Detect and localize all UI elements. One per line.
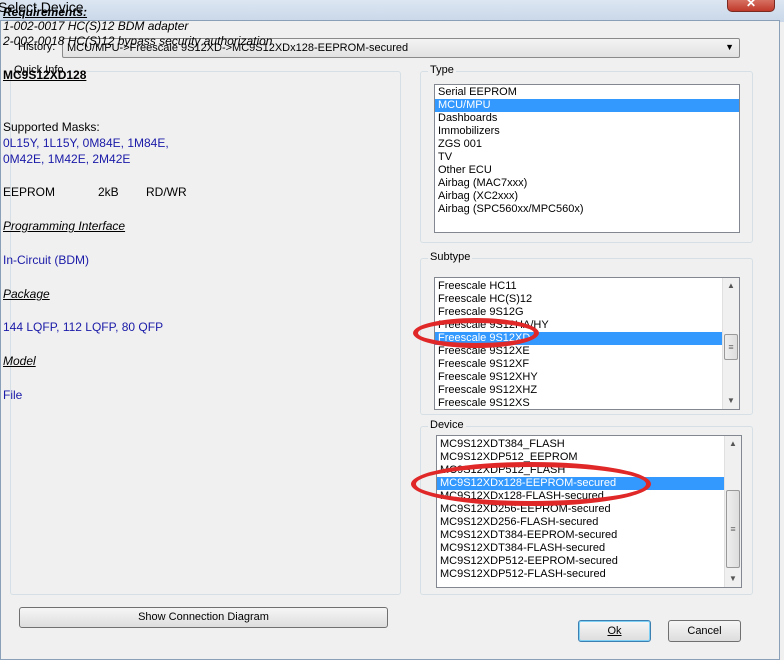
model: File (3, 388, 23, 402)
device-list-item[interactable]: MC9S12XDT384-EEPROM-secured (437, 529, 724, 542)
type-label: Type (428, 64, 456, 76)
show-connection-diagram-button[interactable]: Show Connection Diagram (19, 607, 388, 628)
memory-size: 2kB (98, 185, 119, 199)
close-button[interactable]: ✕ (727, 0, 775, 12)
scrollbar[interactable]: ▲ ≡ ▼ (724, 436, 741, 587)
scroll-down-icon[interactable]: ▼ (725, 571, 741, 587)
requirements-heading: Requirements: (3, 5, 88, 19)
prog-interface-heading: Programming Interface (3, 219, 126, 233)
close-icon: ✕ (745, 0, 757, 10)
device-list-item[interactable]: MC9S12XDT384-FLASH-secured (437, 542, 724, 555)
type-list-item[interactable]: Other ECU (435, 164, 739, 177)
subtype-label: Subtype (428, 251, 473, 263)
scrollbar[interactable]: ▲ ≡ ▼ (722, 278, 739, 409)
cancel-label: Cancel (687, 625, 722, 637)
chevron-down-icon: ▼ (725, 42, 734, 52)
device-list-item[interactable]: MC9S12XD256-FLASH-secured (437, 516, 724, 529)
type-list-item[interactable]: Airbag (MAC7xxx) (435, 177, 739, 190)
type-list-item[interactable]: Immobilizers (435, 125, 739, 138)
type-list-item[interactable]: Serial EEPROM (435, 86, 739, 99)
type-list-item[interactable]: Dashboards (435, 112, 739, 125)
ok-button[interactable]: Ok (578, 620, 651, 642)
package-heading: Package (3, 287, 50, 301)
device-list-item[interactable]: MC9S12XDP512-EEPROM-secured (437, 555, 724, 568)
device-list-item[interactable]: MC9S12XD256-EEPROM-secured (437, 503, 724, 516)
prog-interface: In-Circuit (BDM) (3, 253, 89, 267)
masks-label: Supported Masks: (3, 120, 100, 134)
requirement-2: 2-002-0018 HC(S)12 bypass security autho… (3, 34, 273, 48)
type-list-item[interactable]: MCU/MPU (435, 99, 739, 112)
device-list-item[interactable]: MC9S12XDT384_FLASH (437, 438, 724, 451)
memory-type: EEPROM (3, 185, 56, 199)
device-list-item[interactable]: MC9S12XDP512_EEPROM (437, 451, 724, 464)
subtype-list-item[interactable]: Freescale 9S12XS (435, 397, 722, 409)
subtype-list-item[interactable]: Freescale 9S12XHZ (435, 384, 722, 397)
type-list-item[interactable]: TV (435, 151, 739, 164)
memory-access: RD/WR (146, 185, 187, 199)
scroll-up-icon[interactable]: ▲ (725, 436, 741, 452)
device-list[interactable]: MC9S12XDT384_FLASH MC9S12XDP512_EEPROM MC9… (436, 435, 742, 588)
annotation-ellipse-subtype (413, 318, 539, 348)
scroll-up-icon[interactable]: ▲ (723, 278, 739, 294)
package: 144 LQFP, 112 LQFP, 80 QFP (3, 320, 164, 334)
ok-label: Ok (607, 625, 622, 637)
cancel-button[interactable]: Cancel (668, 620, 741, 642)
requirement-1: 1-002-0017 HC(S)12 BDM adapter (3, 19, 189, 33)
scroll-down-icon[interactable]: ▼ (723, 393, 739, 409)
scrollbar-thumb[interactable]: ≡ (724, 334, 738, 360)
subtype-list-item[interactable]: Freescale 9S12XHY (435, 371, 722, 384)
type-list-item[interactable]: Airbag (XC2xxx) (435, 190, 739, 203)
type-list-item[interactable]: ZGS 001 (435, 138, 739, 151)
model-heading: Model (3, 354, 36, 368)
device-list-item[interactable]: MC9S12XDP512-FLASH-secured (437, 568, 724, 581)
masks-line-2: 0M42E, 1M42E, 2M42E (3, 152, 131, 166)
type-list-item[interactable]: Airbag (SPC560xx/MPC560x) (435, 203, 739, 216)
device-label: Device (428, 419, 466, 431)
device-name: MC9S12XD128 (3, 68, 87, 82)
subtype-list-item[interactable]: Freescale HC(S)12 (435, 293, 722, 306)
annotation-ellipse-device (411, 462, 651, 506)
masks-line-1: 0L15Y, 1L15Y, 0M84E, 1M84E, (3, 136, 169, 150)
scrollbar-thumb[interactable]: ≡ (726, 490, 740, 568)
subtype-list-item[interactable]: Freescale 9S12XF (435, 358, 722, 371)
subtype-list-item[interactable]: Freescale HC11 (435, 280, 722, 293)
type-list[interactable]: Serial EEPROM MCU/MPU Dashboards Immobilize… (434, 84, 740, 233)
